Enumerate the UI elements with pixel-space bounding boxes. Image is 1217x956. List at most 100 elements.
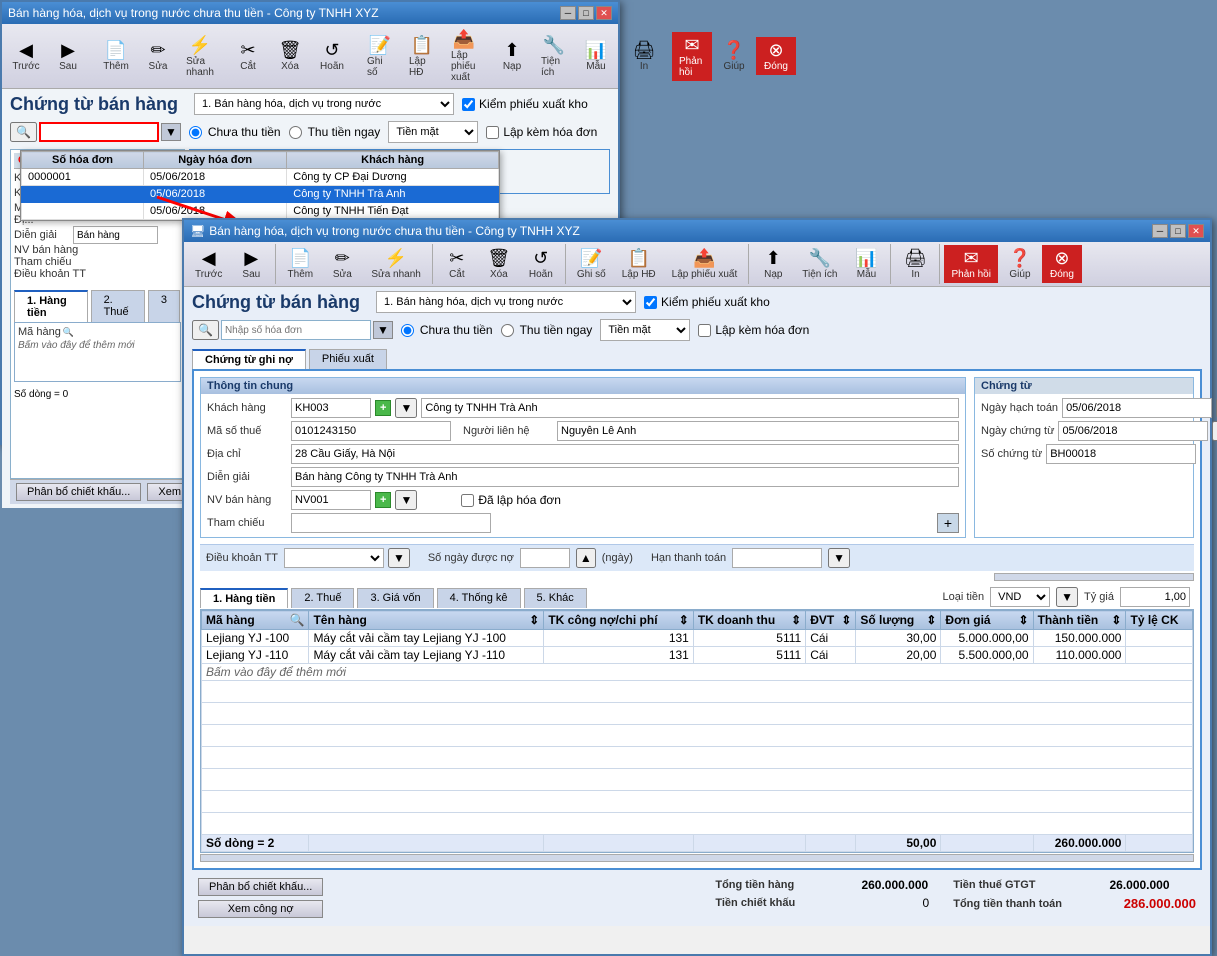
window1-type-dropdown[interactable]: 1. Bán hàng hóa, dịch vụ trong nước: [194, 93, 454, 115]
so-ngay-input[interactable]: [520, 548, 570, 568]
loai-tien-select[interactable]: VND: [990, 587, 1050, 607]
window1-tien-mat-select[interactable]: Tiền mặt: [388, 121, 478, 143]
table-row-2[interactable]: Lejiang YJ -110 Máy cắt vải cầm tay Leji…: [202, 647, 1193, 664]
window2-kiem-phieu-cb[interactable]: [644, 296, 657, 309]
tab-hang-tien[interactable]: 1. Hàng tiền: [200, 588, 288, 608]
window1-tab-3[interactable]: 3: [148, 290, 180, 322]
window2-lap-kem-cb[interactable]: [698, 324, 711, 337]
kh-add-btn[interactable]: +: [375, 400, 391, 416]
toolbar1-sua-nhanh[interactable]: ⚡ Sửa nhanh: [180, 32, 220, 81]
toolbar2-cat[interactable]: ✂ Cắt: [437, 245, 477, 283]
tc-input[interactable]: [291, 513, 491, 533]
col-dvt-sort[interactable]: ⇕: [841, 613, 851, 627]
dc-input[interactable]: [291, 444, 959, 464]
window1-maximize[interactable]: □: [578, 6, 594, 20]
kh-code-input[interactable]: [291, 398, 371, 418]
ct-ngay-ht-input[interactable]: [1062, 398, 1212, 418]
window1-tab-hang-tien[interactable]: 1. Hàng tiền: [14, 290, 88, 322]
toolbar2-in[interactable]: 🖨 In: [895, 245, 935, 283]
window1-kiem-phieu-check[interactable]: Kiểm phiếu xuất kho: [462, 97, 588, 111]
window2-tien-mat-select[interactable]: Tiền mặt: [600, 319, 690, 341]
window2-maximize[interactable]: □: [1170, 224, 1186, 238]
window2-search-dropdown[interactable]: ▼: [373, 321, 393, 339]
dg-input[interactable]: [291, 467, 959, 487]
toolbar2-ghi-so[interactable]: 📝 Ghi số: [570, 245, 613, 283]
phan-bo-btn[interactable]: Phân bổ chiết khấu...: [198, 878, 323, 896]
window2-search-input[interactable]: [221, 320, 371, 340]
window1-add-hint[interactable]: Bấm vào đây để thêm mới: [18, 340, 177, 351]
window2-minimize[interactable]: ─: [1152, 224, 1168, 238]
toolbar1-sau[interactable]: ▶ Sau: [48, 37, 88, 75]
scroll-bar-1[interactable]: [994, 573, 1194, 581]
nlh-input[interactable]: [557, 421, 959, 441]
nv-add-btn[interactable]: +: [375, 492, 391, 508]
toolbar1-giup[interactable]: ❓ Giúp: [714, 37, 754, 75]
toolbar1-sua[interactable]: ✏ Sửa: [138, 37, 178, 75]
dropdown-row-2[interactable]: 05/06/2018 Công ty TNHH Trà Anh: [22, 186, 499, 203]
toolbar2-phieu-xuat[interactable]: 📤 Lập phiếu xuất: [665, 245, 745, 283]
toolbar1-dong[interactable]: ⊗ Đóng: [756, 37, 796, 75]
window1-lap-kem-checkbox[interactable]: [486, 126, 499, 139]
col-tk-cn-sort[interactable]: ⇕: [679, 613, 689, 627]
window1-search-btn[interactable]: 🔍: [10, 122, 37, 142]
window2-type-dropdown[interactable]: 1. Bán hàng hóa, dịch vụ trong nước: [376, 291, 636, 313]
toolbar2-sua[interactable]: ✏ Sửa: [322, 245, 362, 283]
window1-dropdown-btn[interactable]: ▼: [161, 123, 181, 141]
window1-search-input[interactable]: [39, 122, 159, 142]
loai-tien-dropdown[interactable]: ▼: [1056, 587, 1078, 607]
toolbar2-tien-ich[interactable]: 🔧 Tiện ích: [795, 245, 844, 283]
tab-phieu-xuat[interactable]: Phiếu xuất: [309, 349, 387, 369]
toolbar2-lap-hd[interactable]: 📋 Lập HĐ: [615, 245, 663, 283]
tab-chung-tu-ghi-no[interactable]: Chứng từ ghi nợ: [192, 349, 306, 369]
toolbar2-phan-hoi[interactable]: ✉ Phản hồi: [944, 245, 997, 283]
col-ma-pin[interactable]: 🔍: [289, 613, 304, 627]
toolbar2-hoan[interactable]: ↺ Hoãn: [521, 245, 561, 283]
toolbar1-phieu-xuat[interactable]: 📤 Lập phiếu xuất: [444, 26, 484, 86]
dropdown-popup[interactable]: Số hóa đơn Ngày hóa đơn Khách hàng 00000…: [20, 150, 500, 221]
ct-ngay-ct-cal[interactable]: ▼: [1212, 421, 1217, 441]
toolbar2-dong[interactable]: ⊗ Đóng: [1042, 245, 1082, 283]
window1-close[interactable]: ✕: [596, 6, 612, 20]
toolbar1-nap[interactable]: ⬆ Nạp: [492, 37, 532, 75]
toolbar1-in[interactable]: 🖨 In: [624, 37, 664, 75]
window2-close[interactable]: ✕: [1188, 224, 1204, 238]
col-tt-sort[interactable]: ⇕: [1111, 613, 1121, 627]
table-scrollbar[interactable]: [200, 854, 1194, 862]
window1-dg-input[interactable]: [73, 226, 158, 244]
window2-search-btn[interactable]: 🔍: [192, 320, 219, 340]
dropdown-row-3[interactable]: 05/06/2018 Công ty TNHH Tiến Đạt: [22, 203, 499, 220]
toolbar1-lap-hd[interactable]: 📋 Lập HĐ: [402, 32, 442, 81]
toolbar2-sau[interactable]: ▶ Sau: [231, 245, 271, 283]
tab-thue[interactable]: 2. Thuế: [291, 588, 354, 608]
kiem-phieu-checkbox[interactable]: [462, 98, 475, 111]
window1-phan-bo-btn[interactable]: Phân bổ chiết khấu...: [16, 483, 141, 501]
nv-code-input[interactable]: [291, 490, 371, 510]
toolbar2-mau[interactable]: 📊 Mẫu: [846, 245, 886, 283]
window1-chua-thu-radio[interactable]: [189, 126, 202, 139]
ct-so-ct-input[interactable]: [1046, 444, 1196, 464]
da-lap-hd-cb[interactable]: [461, 494, 474, 507]
toolbar1-mau[interactable]: 📊 Mẫu: [576, 37, 616, 75]
col-tk-dt-sort[interactable]: ⇕: [791, 613, 801, 627]
kh-name-input[interactable]: [421, 398, 959, 418]
toolbar2-xoa[interactable]: 🗑 Xóa: [479, 245, 519, 283]
window1-minimize[interactable]: ─: [560, 6, 576, 20]
toolbar1-cat[interactable]: ✂ Cắt: [228, 37, 268, 75]
window1-tab-thue[interactable]: 2. Thuế: [91, 290, 145, 322]
toolbar2-sua-nhanh[interactable]: ⚡ Sửa nhanh: [364, 245, 428, 283]
xem-cong-no-btn[interactable]: Xem công nợ: [198, 900, 323, 918]
col-ten-sort[interactable]: ⇕: [529, 613, 539, 627]
toolbar1-hoan[interactable]: ↺ Hoãn: [312, 37, 352, 75]
tab-khac[interactable]: 5. Khác: [524, 588, 587, 608]
col-sl-sort[interactable]: ⇕: [926, 613, 936, 627]
ty-gia-input[interactable]: [1120, 587, 1190, 607]
so-ngay-spin[interactable]: ▲: [576, 548, 596, 568]
dktt-dropdown[interactable]: ▼: [388, 548, 410, 568]
window2-kiem-phieu[interactable]: Kiểm phiếu xuất kho: [644, 295, 770, 309]
tab-thong-ke[interactable]: 4. Thống kê: [437, 588, 521, 608]
nv-dropdown-btn[interactable]: ▼: [395, 490, 417, 510]
window2-chua-thu-radio[interactable]: [401, 324, 414, 337]
toolbar2-truoc[interactable]: ◀ Trước: [188, 245, 229, 283]
dropdown-row-1[interactable]: 0000001 05/06/2018 Công ty CP Đại Dương: [22, 169, 499, 186]
table-add-row[interactable]: Bấm vào đây để thêm mới: [202, 664, 1193, 681]
